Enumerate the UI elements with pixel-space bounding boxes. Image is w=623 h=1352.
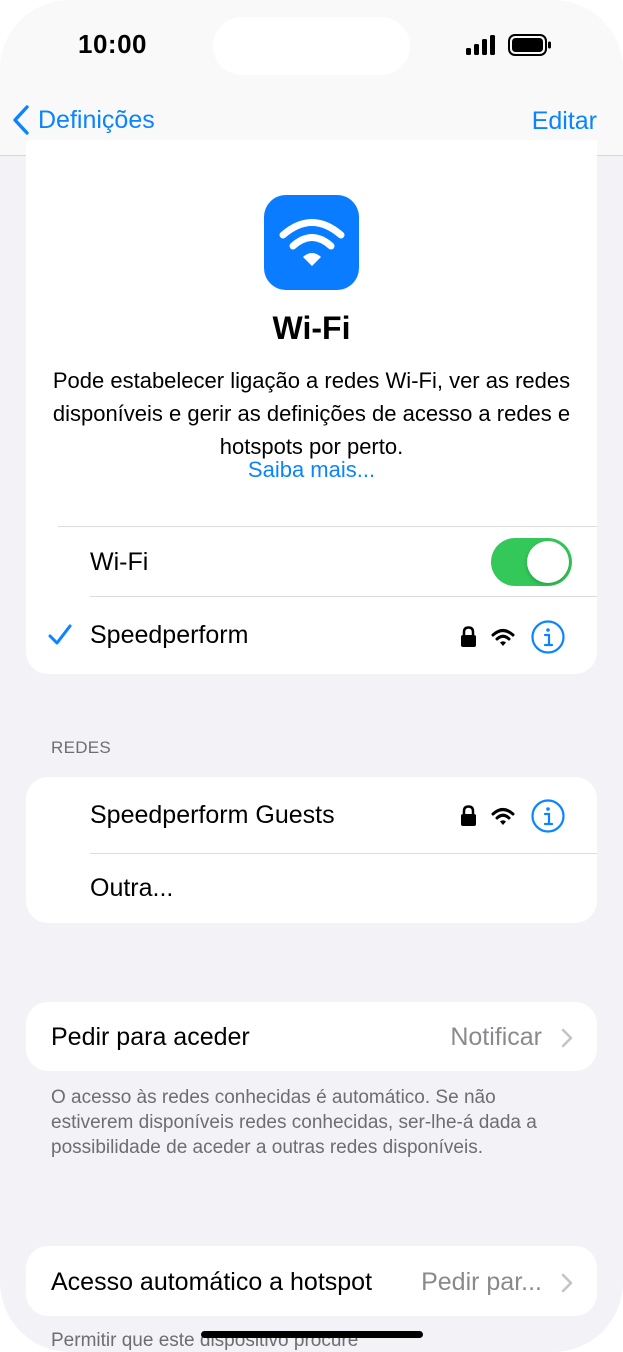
chevron-right-icon — [561, 1273, 573, 1293]
home-indicator[interactable] — [201, 1331, 423, 1338]
wifi-signal-icon — [491, 628, 515, 646]
divider — [58, 526, 597, 527]
cellular-signal-icon — [466, 35, 495, 55]
wifi-toggle-label: Wi-Fi — [90, 548, 149, 576]
hero-title: Wi-Fi — [272, 310, 351, 346]
checkmark-icon — [48, 624, 72, 645]
wifi-toggle[interactable] — [491, 538, 572, 586]
connected-network-icons — [460, 620, 565, 654]
ask-to-join-row[interactable]: Pedir para aceder Notificar — [26, 1002, 597, 1071]
back-label: Definições — [38, 105, 155, 134]
edit-button[interactable]: Editar — [532, 107, 597, 136]
divider — [90, 596, 597, 597]
toggle-knob — [527, 541, 569, 583]
auto-hotspot-value: Pedir par... — [421, 1268, 542, 1296]
other-network: Outra... — [90, 874, 174, 902]
status-time: 10:00 — [78, 29, 147, 59]
chevron-right-icon — [561, 1028, 573, 1048]
auto-hotspot-label: Acesso automático a hotspot — [51, 1268, 373, 1296]
ask-to-join-label: Pedir para aceder — [51, 1023, 250, 1051]
list-item[interactable]: Speedperform Guests — [26, 777, 597, 853]
wifi-icon — [279, 218, 344, 266]
chevron-left-icon — [13, 105, 29, 135]
auto-hotspot-row[interactable]: Acesso automático a hotspot Pedir par... — [26, 1246, 597, 1316]
wifi-hero-card: Wi-Fi Pode estabelecer ligação a redes W… — [26, 140, 597, 674]
ask-to-join-value: Notificar — [450, 1023, 542, 1051]
ask-to-join-note: O acesso às redes conhecidas é automátic… — [51, 1087, 537, 1158]
dynamic-island — [213, 17, 410, 75]
phone-screen: 10:00 Definições Editar Wi-Fi Pode estab… — [0, 0, 623, 1352]
back-button[interactable]: Definições — [12, 104, 155, 136]
learn-more-link[interactable]: Saiba mais... — [26, 457, 597, 483]
hero-description: Pode estabelecer ligação a redes Wi-Fi, … — [52, 368, 571, 459]
networks-list: Speedperform Guests Outra... — [26, 777, 597, 923]
info-icon[interactable] — [531, 620, 565, 654]
list-item[interactable]: Outra... — [26, 854, 597, 923]
status-bar: 10:00 — [0, 0, 623, 100]
lock-icon — [461, 805, 476, 826]
battery-icon — [508, 34, 551, 56]
info-icon[interactable] — [531, 799, 565, 833]
networks-section-header: REDES — [51, 738, 112, 757]
wifi-signal-icon — [491, 807, 515, 825]
network-icons — [460, 799, 565, 833]
lock-icon — [461, 626, 476, 647]
connected-network-name[interactable]: Speedperform — [90, 621, 248, 650]
network-name: Speedperform Guests — [90, 801, 335, 829]
wifi-app-icon — [264, 195, 359, 290]
